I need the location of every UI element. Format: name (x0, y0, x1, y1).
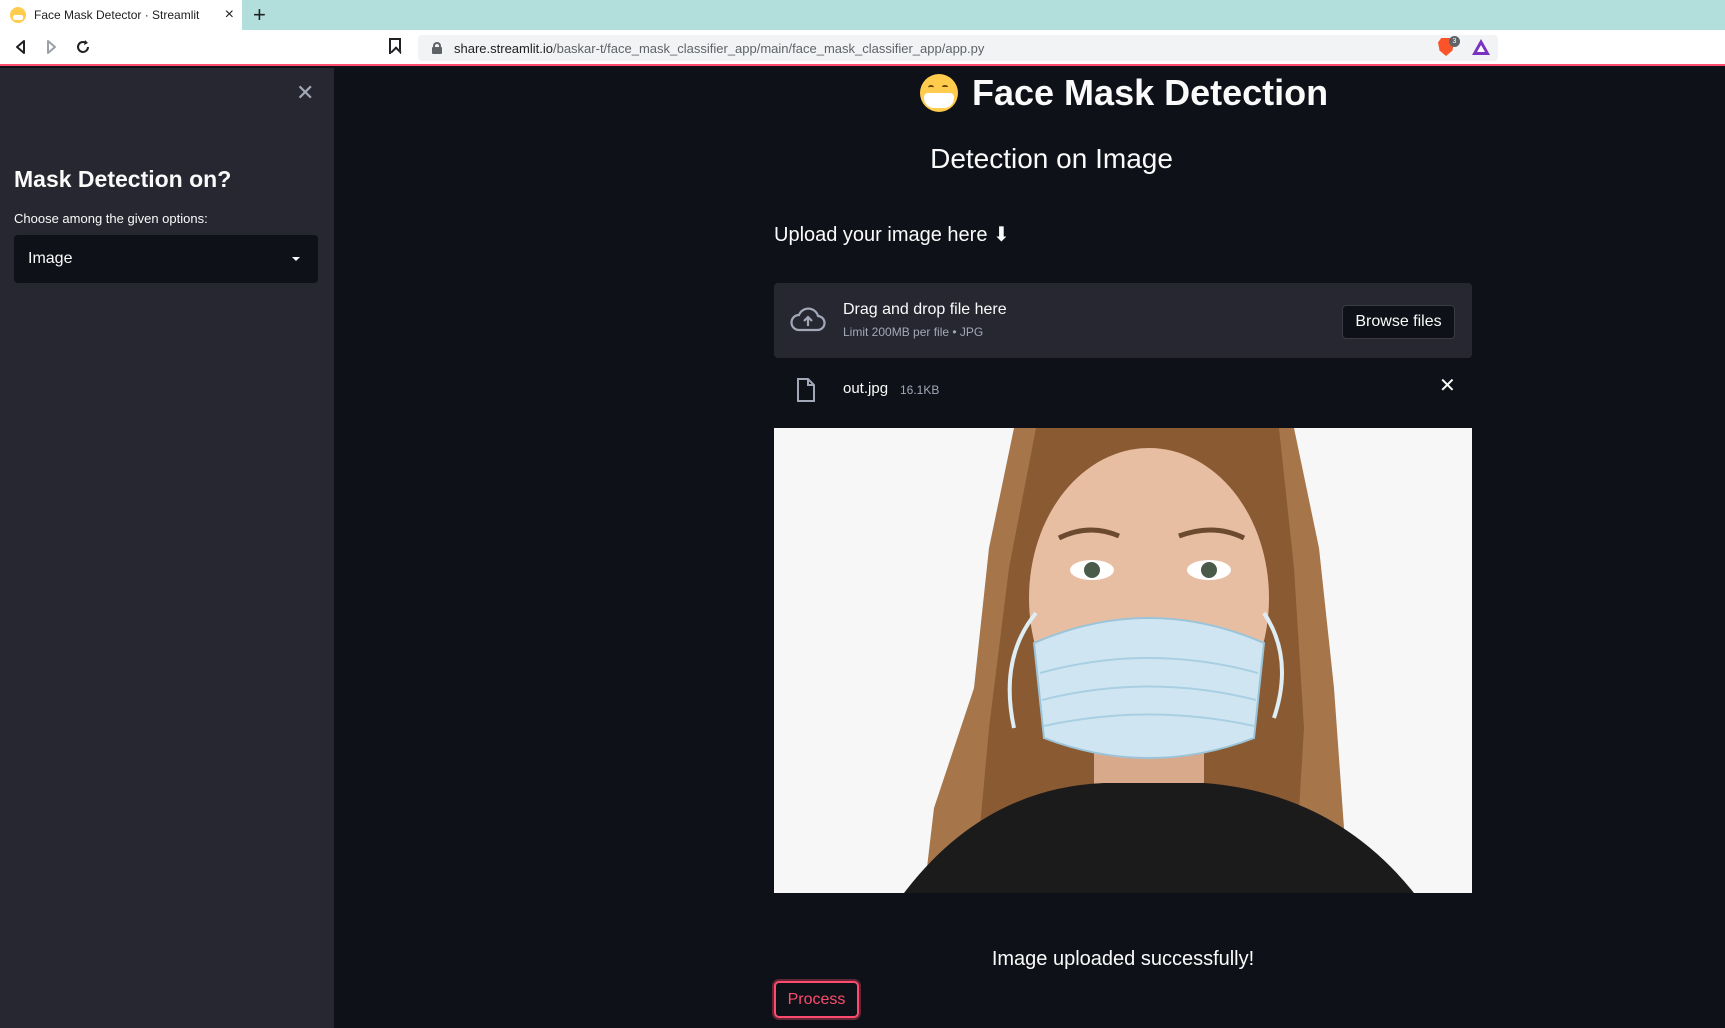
sidebar-close-icon[interactable]: ✕ (296, 82, 314, 104)
page-subtitle: Detection on Image (930, 143, 1173, 174)
file-icon (797, 378, 815, 402)
sidebar-heading: Mask Detection on? (14, 166, 232, 192)
tab-close-icon[interactable]: × (225, 6, 234, 24)
shields-count-badge: 3 (1449, 36, 1460, 47)
dropzone-title: Drag and drop file here (843, 301, 1007, 318)
browser-tab[interactable]: Face Mask Detector · Streamlit × (0, 0, 242, 30)
select-label: Choose among the given options: (14, 211, 208, 226)
title-row: Face Mask Detection (920, 72, 1328, 114)
lock-icon (432, 42, 442, 54)
url-domain: share.streamlit.io (454, 40, 553, 56)
mask-emoji-favicon-icon (10, 7, 26, 23)
back-icon[interactable] (11, 37, 31, 57)
browser-toolbar: share.streamlit.io/baskar-t/face_mask_cl… (0, 30, 1725, 66)
new-tab-icon[interactable]: + (253, 3, 266, 27)
tab-title: Face Mask Detector · Streamlit (34, 8, 200, 22)
remove-file-icon[interactable]: ✕ (1439, 376, 1456, 396)
masked-face-photo (774, 428, 1472, 893)
caret-down-icon (292, 257, 300, 261)
upload-label: Upload your image here ⬇ (774, 224, 1010, 246)
mode-select[interactable]: Image (14, 235, 318, 283)
uploaded-file-row: out.jpg 16.1KB ✕ (774, 371, 1472, 407)
main-content: Face Mask Detection Detection on Image U… (334, 68, 1725, 1028)
page-title: Face Mask Detection (972, 72, 1329, 113)
dropzone-limit: Limit 200MB per file • JPG (843, 325, 984, 339)
select-value: Image (28, 250, 73, 267)
browse-files-button[interactable]: Browse files (1342, 305, 1455, 339)
browser-tab-bar: Face Mask Detector · Streamlit × + (0, 0, 1725, 30)
reload-icon[interactable] (73, 37, 93, 57)
sidebar: ✕ Mask Detection on? Choose among the gi… (0, 68, 334, 1028)
file-dropzone[interactable]: Drag and drop file here Limit 200MB per … (774, 283, 1472, 358)
forward-icon[interactable] (41, 37, 61, 57)
upload-status-message: Image uploaded successfully! (991, 948, 1255, 970)
brave-rewards-icon[interactable] (1472, 39, 1490, 55)
process-button[interactable]: Process (774, 981, 859, 1018)
file-name: out.jpg (843, 380, 889, 397)
url-path: /baskar-t/face_mask_classifier_app/main/… (552, 40, 985, 56)
uploaded-image-preview (774, 428, 1472, 893)
cloud-upload-icon (790, 307, 826, 332)
mask-emoji-icon (920, 74, 958, 112)
address-bar[interactable]: share.streamlit.io/baskar-t/face_mask_cl… (418, 35, 1498, 61)
file-size: 16.1KB (900, 383, 940, 397)
bookmark-icon[interactable] (389, 38, 401, 54)
